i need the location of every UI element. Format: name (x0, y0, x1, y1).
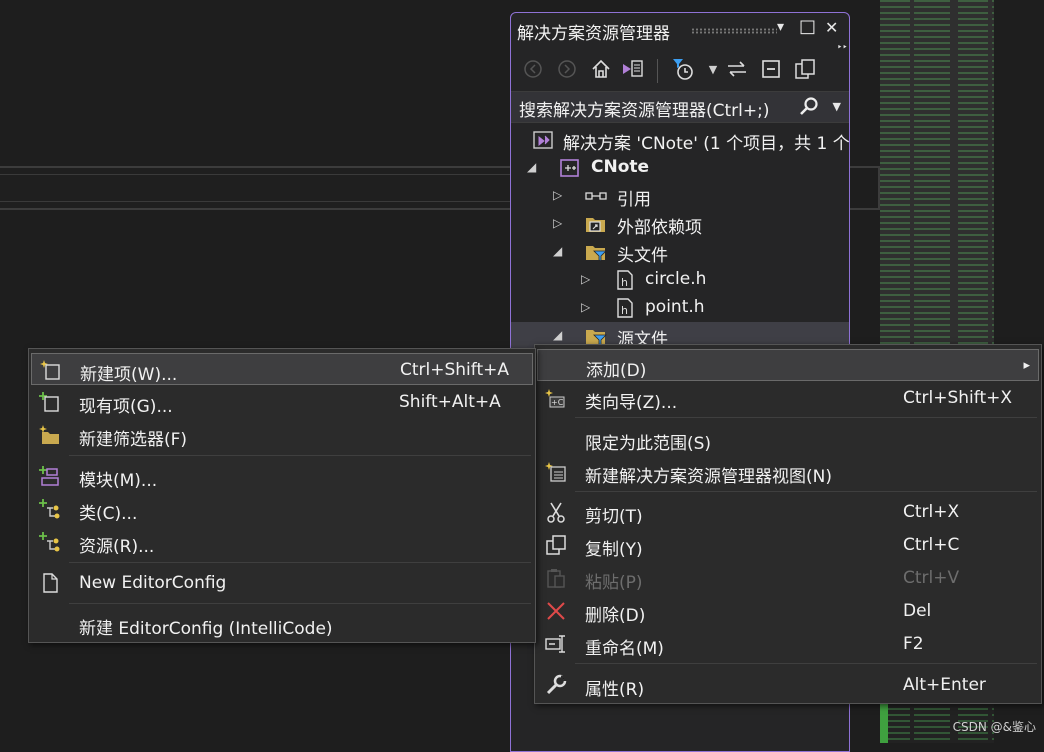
close-button[interactable]: ✕ (825, 18, 838, 37)
menu-item-new-editorconfig-intellicode[interactable]: 新建 EditorConfig (IntelliCode) (31, 608, 533, 640)
forward-icon[interactable] (555, 57, 579, 81)
show-all-files-icon[interactable] (793, 57, 817, 81)
menu-item-new-se-view[interactable]: 新建解决方案资源管理器视图(N) (537, 456, 1039, 488)
tree-item-point-h[interactable]: ▷ h point.h (511, 294, 849, 322)
expander-icon[interactable]: ◢ (553, 244, 562, 258)
panel-title: 解决方案资源管理器 (517, 24, 670, 44)
minimap-viewport[interactable] (880, 0, 994, 345)
sync-icon[interactable] (725, 57, 749, 81)
scissors-icon (545, 501, 567, 523)
menu-item-new-editorconfig[interactable]: New EditorConfig (31, 567, 533, 599)
context-menu: 添加(D) ▸ +C 类向导(Z)... Ctrl+Shift+X 限定为此范围… (534, 344, 1042, 704)
maximize-button[interactable]: □ (799, 16, 816, 37)
search-icon[interactable] (799, 96, 819, 121)
file-icon (39, 572, 61, 594)
back-icon[interactable] (521, 57, 545, 81)
watermark: CSDN @&鉴心 (952, 720, 1036, 734)
minimap-change-bar (880, 700, 888, 743)
drag-grip[interactable] (691, 28, 777, 34)
header-file-icon: h (615, 270, 635, 290)
module-icon (39, 465, 61, 487)
expander-icon[interactable]: ◢ (553, 328, 562, 342)
resource-icon (39, 531, 61, 553)
toolbar-overflow-icon[interactable]: ‣‣ (837, 43, 848, 53)
wrench-icon (545, 674, 567, 696)
copy-icon (545, 534, 567, 556)
menu-item-properties[interactable]: 属性(R) Alt+Enter (537, 669, 1039, 701)
menu-item-module[interactable]: 模块(M)... (31, 460, 533, 492)
tree-item-header-files[interactable]: ◢ 头文件 (511, 238, 849, 266)
add-submenu: 新建项(W)... Ctrl+Shift+A 现有项(G)... Shift+A… (28, 348, 536, 643)
solution-icon (533, 130, 553, 150)
se-toolbar: ▼ (511, 53, 849, 89)
menu-item-copy[interactable]: 复制(Y) Ctrl+C (537, 529, 1039, 561)
filter-dropdown-icon[interactable]: ▼ (701, 57, 725, 81)
tree-item-circle-h[interactable]: ▷ h circle.h (511, 266, 849, 294)
expander-icon[interactable]: ◢ (527, 160, 536, 174)
rename-icon (545, 633, 567, 655)
new-item-icon (40, 359, 62, 381)
editor-strip-end (850, 166, 880, 210)
header-file-icon: h (615, 298, 635, 318)
tree-item-external-deps[interactable]: ▷ 外部依赖项 (511, 210, 849, 238)
filter-folder-icon (585, 326, 607, 346)
paste-icon (545, 567, 567, 589)
references-icon (585, 186, 607, 206)
filter-folder-icon (585, 242, 607, 262)
menu-item-existing-item[interactable]: 现有项(G)... Shift+Alt+A (31, 386, 533, 418)
menu-item-add[interactable]: 添加(D) ▸ (537, 349, 1039, 381)
svg-text:+C: +C (551, 398, 564, 407)
cpp-project-icon (559, 158, 579, 178)
tree-item-project[interactable]: ◢ CNote (511, 154, 849, 182)
switch-views-icon[interactable] (621, 57, 645, 81)
menu-item-rename[interactable]: 重命名(M) F2 (537, 628, 1039, 660)
svg-text:h: h (621, 276, 628, 289)
expander-icon[interactable]: ▷ (553, 188, 562, 202)
svg-text:h: h (621, 304, 628, 317)
class-wizard-icon: +C (545, 387, 567, 409)
pending-changes-filter-icon[interactable] (671, 57, 695, 81)
search-options-dropdown[interactable]: ▼ (833, 100, 841, 113)
menu-item-paste[interactable]: 粘贴(P) Ctrl+V (537, 562, 1039, 594)
tree-item-solution[interactable]: 解决方案 'CNote' (1 个项目，共 1 个) (511, 126, 849, 154)
editor-tab-strip (0, 166, 512, 210)
menu-item-scope-to-this[interactable]: 限定为此范围(S) (537, 423, 1039, 455)
se-search-box[interactable]: 搜索解决方案资源管理器(Ctrl+;) ▼ (511, 91, 849, 123)
delete-x-icon (545, 600, 567, 622)
menu-item-class-wizard[interactable]: +C 类向导(Z)... Ctrl+Shift+X (537, 382, 1039, 414)
class-icon (39, 498, 61, 520)
tree-item-references[interactable]: ▷ 引用 (511, 182, 849, 210)
expander-icon[interactable]: ▷ (553, 216, 562, 230)
new-view-icon (545, 461, 567, 483)
existing-item-icon (39, 391, 61, 413)
window-position-dropdown[interactable]: ▾ (777, 19, 784, 35)
menu-item-new-item[interactable]: 新建项(W)... Ctrl+Shift+A (31, 353, 533, 385)
external-deps-icon (585, 214, 605, 234)
menu-item-class[interactable]: 类(C)... (31, 493, 533, 525)
menu-item-delete[interactable]: 删除(D) Del (537, 595, 1039, 627)
expander-icon[interactable]: ▷ (581, 300, 590, 314)
submenu-arrow-icon: ▸ (1023, 358, 1030, 373)
menu-item-resource[interactable]: 资源(R)... (31, 526, 533, 558)
collapse-all-icon[interactable] (759, 57, 783, 81)
menu-item-new-filter[interactable]: 新建筛选器(F) (31, 419, 533, 451)
search-input[interactable]: 搜索解决方案资源管理器(Ctrl+;) (519, 96, 769, 121)
expander-icon[interactable]: ▷ (581, 272, 590, 286)
home-icon[interactable] (589, 57, 613, 81)
menu-item-cut[interactable]: 剪切(T) Ctrl+X (537, 496, 1039, 528)
new-filter-icon (39, 424, 61, 446)
